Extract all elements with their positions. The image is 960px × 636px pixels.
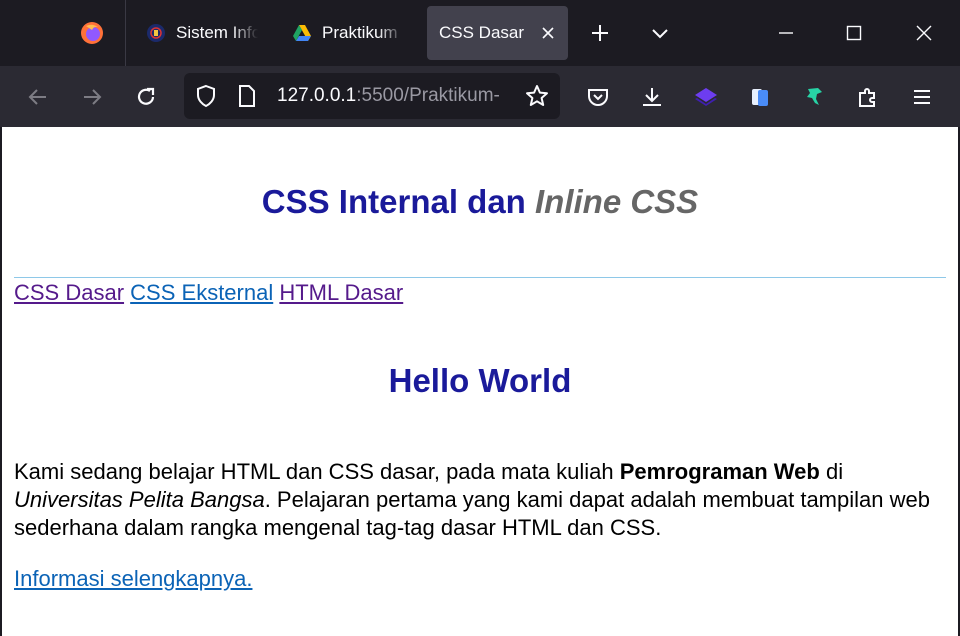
university-logo-icon	[147, 24, 165, 42]
tab-strip: Sistem Informasi Praktikum CSS Dasar	[0, 0, 960, 66]
close-window-button[interactable]	[906, 15, 942, 51]
url-text[interactable]: 127.0.0.1:5500/Praktikum-	[277, 85, 517, 107]
downloads-button[interactable]	[633, 78, 671, 116]
puzzle-icon	[859, 88, 875, 107]
back-button[interactable]	[19, 78, 57, 116]
url-path: :5500/Praktikum-	[356, 85, 500, 106]
paragraph-text: di	[819, 459, 844, 484]
address-bar[interactable]: 127.0.0.1:5500/Praktikum-	[184, 73, 560, 119]
minimize-icon	[779, 32, 793, 34]
navigation-toolbar: 127.0.0.1:5500/Praktikum-	[0, 66, 960, 127]
forward-button[interactable]	[73, 78, 111, 116]
arrow-right-icon	[84, 89, 102, 105]
nav-link-css-eksternal[interactable]: CSS Eksternal	[130, 280, 273, 305]
extension-dino-button[interactable]	[795, 78, 833, 116]
url-host: 127.0.0.1	[277, 85, 357, 106]
web-page-content: CSS Internal dan Inline CSS CSS Dasar CS…	[2, 127, 958, 636]
intro-paragraph: Kami sedang belajar HTML dan CSS dasar, …	[14, 458, 934, 542]
page-icon	[239, 85, 255, 107]
list-all-tabs-button[interactable]	[642, 15, 678, 51]
firefox-icon[interactable]	[80, 21, 104, 45]
tracking-protection-button[interactable]	[193, 83, 219, 109]
tab-separator	[125, 0, 126, 66]
nav-link-html-dasar[interactable]: HTML Dasar	[279, 280, 403, 305]
tab-praktikum[interactable]: Praktikum	[292, 6, 404, 60]
hamburger-menu-icon	[914, 90, 930, 104]
paragraph-italic-text: Universitas Pelita Bangsa	[14, 487, 265, 512]
bookmark-button[interactable]	[524, 83, 550, 109]
google-drive-icon	[293, 25, 311, 41]
site-info-button[interactable]	[234, 83, 260, 109]
page-heading: CSS Internal dan Inline CSS	[2, 183, 958, 221]
extension-layers-button[interactable]	[687, 78, 725, 116]
extensions-button[interactable]	[849, 78, 887, 116]
shield-icon	[197, 84, 215, 108]
arrow-left-icon	[28, 89, 46, 105]
close-tab-button[interactable]	[535, 20, 561, 46]
maximize-button[interactable]	[836, 15, 872, 51]
layers-extension-icon	[695, 88, 717, 106]
extension-cards-button[interactable]	[741, 78, 779, 116]
nav-link-css-dasar[interactable]: CSS Dasar	[14, 280, 124, 305]
star-icon	[526, 85, 548, 106]
tab-sistem-informasi[interactable]: Sistem Informasi	[146, 6, 258, 60]
chevron-down-icon	[652, 29, 668, 39]
paragraph-text: Kami sedang belajar HTML dan CSS dasar, …	[14, 459, 620, 484]
tab-css-dasar[interactable]: CSS Dasar	[427, 6, 568, 60]
pocket-button[interactable]	[579, 78, 617, 116]
pocket-icon	[588, 89, 608, 106]
close-icon	[542, 27, 554, 39]
tab-label: CSS Dasar	[439, 23, 525, 42]
cards-extension-icon	[752, 89, 768, 106]
page-nav: CSS Dasar CSS Eksternal HTML Dasar	[14, 280, 403, 306]
horizontal-rule	[14, 277, 946, 278]
menu-button[interactable]	[903, 78, 941, 116]
reload-button[interactable]	[127, 78, 165, 116]
dinosaur-extension-icon	[807, 88, 822, 105]
plus-icon	[592, 25, 608, 41]
paragraph-bold-text: Pemrograman Web	[619, 459, 820, 484]
reload-icon	[137, 87, 155, 105]
tab-fade	[378, 6, 404, 60]
heading-italic-text: Inline CSS	[535, 183, 699, 220]
new-tab-button[interactable]	[582, 15, 618, 51]
page-title: Hello World	[388, 362, 572, 399]
more-info-link[interactable]: Informasi selengkapnya.	[14, 566, 252, 592]
download-icon	[643, 88, 661, 106]
maximize-icon	[846, 25, 862, 41]
close-icon	[916, 25, 932, 41]
minimize-button[interactable]	[768, 15, 804, 51]
tab-fade	[232, 6, 258, 60]
heading-text: CSS Internal dan	[261, 183, 535, 220]
